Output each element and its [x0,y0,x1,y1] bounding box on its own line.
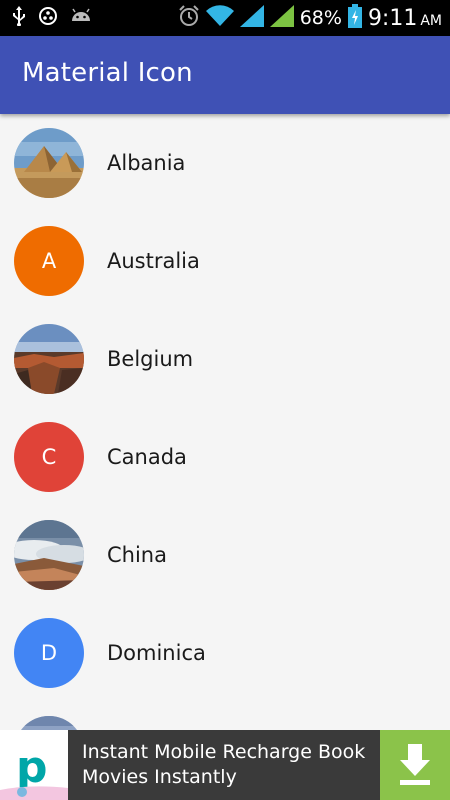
avatar-letter: D [14,618,84,688]
clock: 9:11 AM [368,6,442,31]
usb-icon [12,6,26,30]
download-icon [400,744,430,785]
status-bar: 68% 9:11 AM [0,0,450,36]
alarm-icon [178,5,200,31]
app-bar: Material Icon [0,36,450,114]
list-item[interactable]: China [0,506,450,604]
download-button[interactable] [380,730,450,800]
avatar-canyon-image [14,324,84,394]
record-icon [38,6,58,30]
clock-ampm: AM [420,12,442,29]
paytm-logo: p [0,730,68,800]
country-list[interactable]: Albania A Australia Belgium C Canada Chi… [0,114,450,730]
country-name: Albania [107,151,186,175]
avatar-pyramids-image [14,128,84,198]
ad-banner[interactable]: p Instant Mobile Recharge Book Movies In… [0,730,450,800]
country-name: China [107,543,167,567]
avatar-clouds-mountain-image [14,520,84,590]
country-name: Canada [107,445,187,469]
android-icon [70,7,92,29]
ad-text[interactable]: Instant Mobile Recharge Book Movies Inst… [82,740,372,790]
status-bar-notifications [12,6,92,30]
list-item[interactable]: D Dominica [0,604,450,702]
list-item[interactable]: Albania [0,114,450,212]
list-item[interactable]: C Canada [0,408,450,506]
country-name: Dominica [107,641,206,665]
list-item[interactable] [0,702,450,730]
battery-charging-icon [347,4,362,32]
app-title: Material Icon [22,58,193,88]
avatar-letter: C [14,422,84,492]
list-item[interactable]: Belgium [0,310,450,408]
signal-icon [269,5,294,31]
status-bar-system: 68% 9:11 AM [178,4,442,32]
avatar-letter: A [14,226,84,296]
svg-text:p: p [16,742,48,793]
country-name: Australia [107,249,200,273]
clock-time: 9:11 [367,5,418,31]
wifi-icon [205,5,234,31]
country-name: Belgium [107,347,194,371]
list-item[interactable]: A Australia [0,212,450,310]
signal-icon [239,5,264,31]
battery-percent: 68% [299,7,342,29]
avatar-partial-image [14,716,84,730]
